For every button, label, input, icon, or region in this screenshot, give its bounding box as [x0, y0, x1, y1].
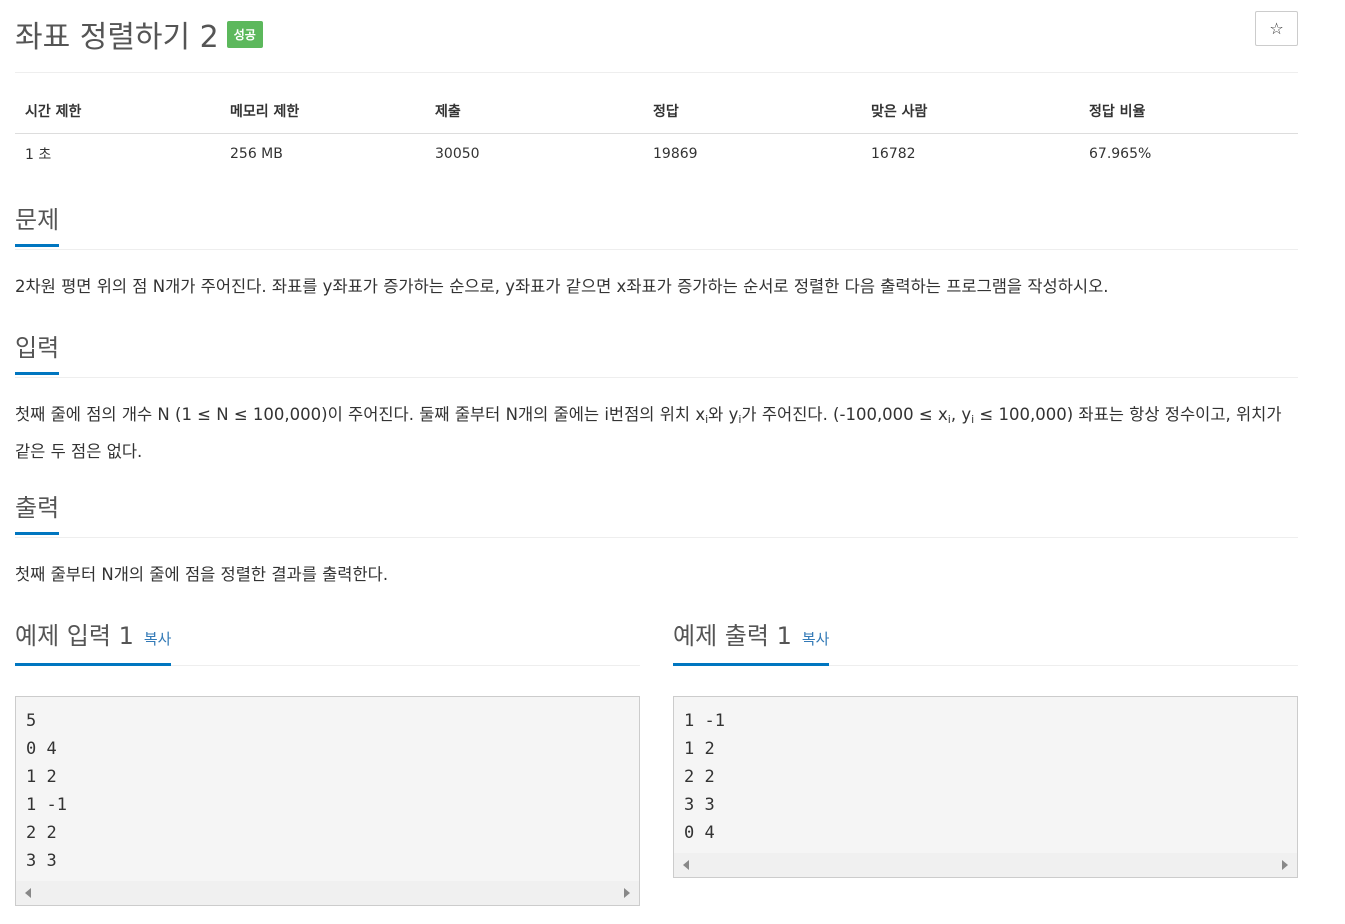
info-value-row: 1 초 256 MB 30050 19869 16782 67.965% [15, 134, 1298, 175]
input-text-part: , y [950, 405, 972, 424]
header-solved-users: 맞은 사람 [861, 99, 1079, 134]
input-description: 첫째 줄에 점의 개수 N (1 ≤ N ≤ 100,000)이 주어진다. 둘… [15, 399, 1298, 468]
sample-input-line: 3 3 [26, 851, 57, 871]
sample-input-line: 1 -1 [26, 795, 67, 815]
sample-input-line: 2 2 [26, 823, 57, 843]
value-solved-users: 16782 [871, 146, 916, 162]
sample-input-header: 예제 입력 1 복사 [15, 620, 640, 666]
samples-section: 예제 입력 1 복사 5 0 4 1 2 1 -1 2 2 3 3 예제 출력 1 복사 1 … [15, 620, 1298, 910]
problem-section-header: 문제 [15, 204, 1298, 250]
sample-output-lines: 1 -1 1 2 2 2 3 3 0 4 [684, 707, 1287, 847]
header-submissions: 제출 [425, 99, 643, 134]
problem-section: 문제 2차원 평면 위의 점 N개가 주어진다. 좌표를 y좌표가 증가하는 순… [15, 204, 1298, 303]
scroll-right-icon[interactable] [624, 888, 630, 898]
star-icon: ☆ [1269, 19, 1284, 38]
scroll-right-icon[interactable] [1282, 860, 1288, 870]
output-heading: 출력 [15, 492, 60, 535]
value-submissions: 30050 [435, 146, 480, 162]
sample-output-line: 2 2 [684, 767, 715, 787]
input-text-part: 가 주어진다. (-100,000 ≤ x [741, 405, 948, 424]
output-section-header: 출력 [15, 492, 1298, 538]
info-header-row: 시간 제한 메모리 제한 제출 정답 맞은 사람 정답 비율 [15, 99, 1298, 134]
problem-heading: 문제 [15, 204, 60, 247]
value-time-limit: 1 초 [25, 147, 52, 163]
output-description: 첫째 줄부터 N개의 줄에 점을 정렬한 결과를 출력한다. [15, 565, 389, 584]
value-ratio: 67.965% [1089, 146, 1152, 162]
scroll-left-icon[interactable] [683, 860, 689, 870]
header-accepted: 정답 [643, 99, 861, 134]
sample-input-heading: 예제 입력 1 복사 [15, 620, 172, 666]
sample-output-line: 0 4 [684, 823, 715, 843]
input-section-header: 입력 [15, 332, 1298, 378]
sample-input-line: 0 4 [26, 739, 57, 759]
output-section: 출력 첫째 줄부터 N개의 줄에 점을 정렬한 결과를 출력한다. [15, 492, 1298, 591]
status-badge: 성공 [226, 21, 263, 48]
sample-input-block[interactable]: 5 0 4 1 2 1 -1 2 2 3 3 [15, 696, 640, 906]
value-accepted: 19869 [653, 146, 698, 162]
copy-sample-input-link[interactable]: 복사 [144, 630, 172, 648]
sample-output-line: 1 -1 [684, 711, 725, 731]
horizontal-scrollbar[interactable] [16, 881, 639, 905]
input-text-part: 와 y [708, 405, 739, 424]
problem-info-table: 시간 제한 메모리 제한 제출 정답 맞은 사람 정답 비율 1 초 256 M… [15, 99, 1298, 174]
problem-description: 2차원 평면 위의 점 N개가 주어진다. 좌표를 y좌표가 증가하는 순으로,… [15, 277, 1109, 296]
sample-input-title: 예제 입력 1 [15, 622, 134, 650]
value-memory-limit: 256 MB [230, 146, 283, 162]
title-row: 좌표 정렬하기 2 성공 ☆ [15, 0, 1298, 73]
input-text-part: 첫째 줄에 점의 개수 N (1 ≤ N ≤ 100,000)이 주어진다. 둘… [15, 405, 706, 424]
sample-output-line: 3 3 [684, 795, 715, 815]
sample-input-line: 1 2 [26, 767, 57, 787]
copy-sample-output-link[interactable]: 복사 [802, 630, 830, 648]
sample-output-header: 예제 출력 1 복사 [673, 620, 1298, 666]
page-title: 좌표 정렬하기 2 성공 [15, 12, 263, 56]
sample-output-block[interactable]: 1 -1 1 2 2 2 3 3 0 4 [673, 696, 1298, 878]
sample-output-line: 1 2 [684, 739, 715, 759]
star-button[interactable]: ☆ [1255, 11, 1298, 46]
input-heading: 입력 [15, 332, 60, 375]
input-section: 입력 첫째 줄에 점의 개수 N (1 ≤ N ≤ 100,000)이 주어진다… [15, 332, 1298, 468]
header-memory-limit: 메모리 제한 [220, 99, 425, 134]
problem-page: 좌표 정렬하기 2 성공 ☆ 시간 제한 메모리 제한 제출 정답 맞은 사람 정… [15, 0, 1298, 906]
header-ratio: 정답 비율 [1079, 99, 1298, 134]
sample-input-line: 5 [26, 711, 37, 731]
problem-title: 좌표 정렬하기 2 [15, 20, 219, 55]
sample-input-lines: 5 0 4 1 2 1 -1 2 2 3 3 [26, 707, 629, 875]
horizontal-scrollbar[interactable] [674, 853, 1297, 877]
header-time-limit: 시간 제한 [15, 99, 220, 134]
sample-output-title: 예제 출력 1 [673, 622, 792, 650]
sample-output-panel: 예제 출력 1 복사 1 -1 1 2 2 2 3 3 0 4 [673, 620, 1298, 878]
scroll-left-icon[interactable] [25, 888, 31, 898]
sample-output-heading: 예제 출력 1 복사 [673, 620, 830, 666]
sample-input-panel: 예제 입력 1 복사 5 0 4 1 2 1 -1 2 2 3 3 [15, 620, 640, 906]
